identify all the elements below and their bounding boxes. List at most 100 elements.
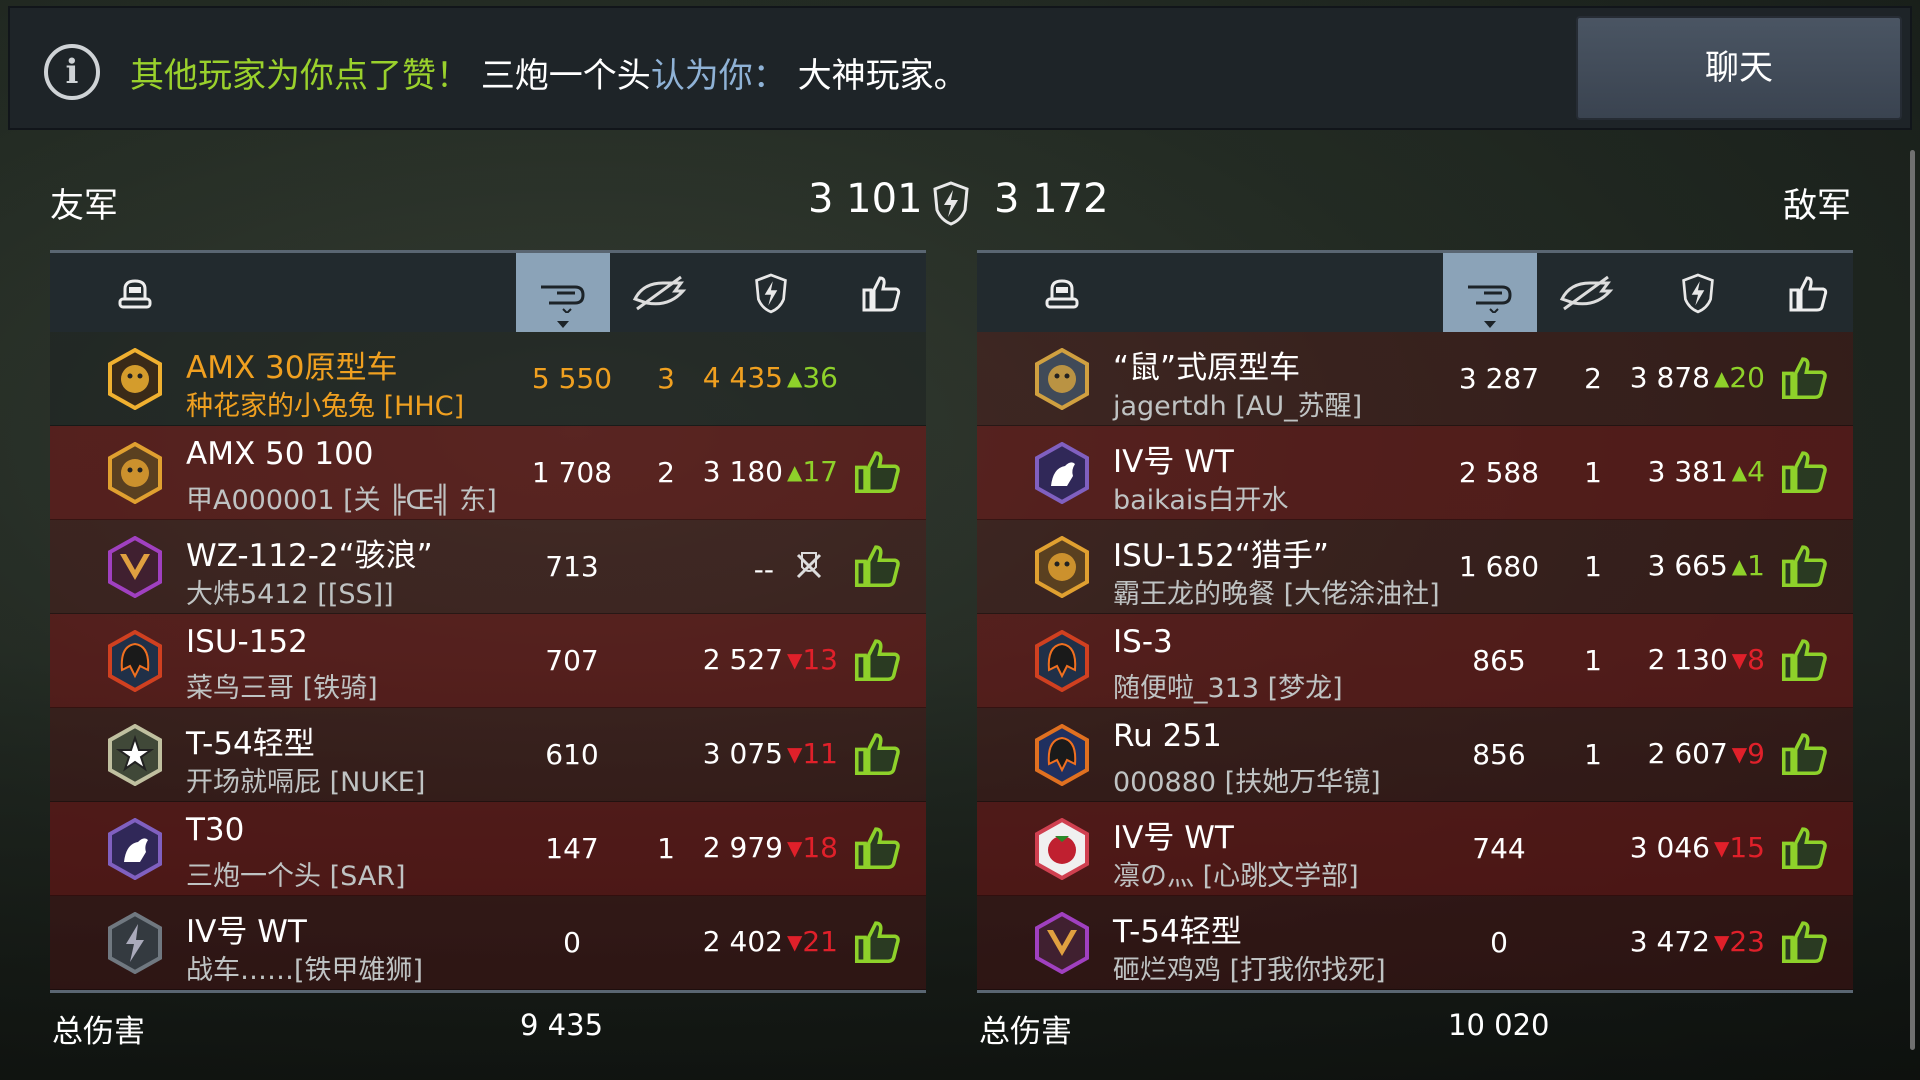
kills-value: 1 bbox=[1584, 738, 1602, 771]
tank-name: Ru 251 bbox=[1113, 718, 1222, 754]
kangaroo-badge-icon bbox=[104, 817, 166, 881]
ally-player-row[interactable]: T30 三炮一个头 [SAR] 147 1 2 979 ▼ 18 bbox=[50, 802, 926, 896]
rating-cell: 3 381 ▲ 4 bbox=[1648, 455, 1765, 488]
like-button[interactable] bbox=[1779, 540, 1829, 590]
ally-player-row[interactable]: AMX 50 100 甲A000001 [关 ╠Œ╣ 东] 1 708 2 3 180 ▲… bbox=[50, 426, 926, 520]
rating-delta: 13 bbox=[802, 643, 838, 676]
player-name: 菜鸟三哥 [铁骑] bbox=[186, 673, 378, 704]
rating-up-arrow-icon: ▲ bbox=[786, 365, 803, 390]
rating-down-arrow-icon: ▼ bbox=[786, 835, 803, 860]
rating-value: 2 402 bbox=[702, 925, 783, 958]
rating-cell: 2 527 ▼ 13 bbox=[703, 643, 838, 676]
ally-sort-tank-icon[interactable] bbox=[50, 253, 220, 332]
enemy-sort-like-icon[interactable] bbox=[1763, 253, 1853, 332]
enemy-total-damage: 10 020 bbox=[1448, 1008, 1550, 1042]
like-button[interactable] bbox=[1779, 634, 1829, 684]
rating-up-arrow-icon: ▲ bbox=[1731, 459, 1748, 484]
rating-delta: 9 bbox=[1747, 737, 1765, 770]
ally-label: 友军 bbox=[50, 186, 118, 226]
rating-up-arrow-icon: ▲ bbox=[786, 459, 803, 484]
ally-sort-kills-icon[interactable] bbox=[610, 253, 708, 332]
chevron-badge-icon bbox=[104, 535, 166, 599]
rating-up-arrow-icon: ▲ bbox=[1713, 365, 1730, 390]
notification-like-text: 其他玩家为你点了赞！ bbox=[130, 56, 470, 96]
rating-shield-icon bbox=[933, 181, 969, 226]
rating-cell: 3 046 ▼ 15 bbox=[1630, 831, 1765, 864]
tank-name: IV号 WT bbox=[186, 914, 307, 950]
enemy-sort-tank-icon[interactable] bbox=[977, 253, 1147, 332]
rating-down-arrow-icon: ▼ bbox=[786, 741, 803, 766]
enemy-player-row[interactable]: T-54轻型 砸烂鸡鸡 [打我你找死] 0 3 472 ▼ 23 bbox=[977, 896, 1853, 990]
rating-cell: 2 130 ▼ 8 bbox=[1648, 643, 1765, 676]
bolt-badge-icon bbox=[104, 911, 166, 975]
rating-value: 3 878 bbox=[1629, 361, 1710, 394]
tank-name: IV号 WT bbox=[1113, 820, 1234, 856]
rating-cell: 3 665 ▲ 1 bbox=[1648, 549, 1765, 582]
player-name: 大炜5412 [[SS]] bbox=[186, 579, 394, 610]
star-badge-icon bbox=[104, 723, 166, 787]
rating-delta: 11 bbox=[802, 737, 838, 770]
ally-panel: AMX 30原型车 种花家的小兔兔 [HHC] 5 550 3 4 435 ▲ 36 AMX … bbox=[50, 250, 926, 993]
enemy-score: 3 172 bbox=[994, 176, 1109, 222]
tank-name: ISU-152 bbox=[186, 624, 308, 660]
rating-value: 3 381 bbox=[1647, 455, 1728, 488]
enemy-label: 敌军 bbox=[1783, 186, 1851, 226]
like-button[interactable] bbox=[852, 634, 902, 684]
like-button[interactable] bbox=[852, 446, 902, 496]
damage-value: 713 bbox=[545, 550, 599, 583]
like-button[interactable] bbox=[1779, 446, 1829, 496]
ally-player-row[interactable]: IV号 WT 战车……[铁甲雄狮] 0 2 402 ▼ 21 bbox=[50, 896, 926, 990]
enemy-player-row[interactable]: “鼠”式原型车 jagertdh [AU_苏醒] 3 287 2 3 878 ▲ 20 bbox=[977, 332, 1853, 426]
player-name: 战车……[铁甲雄狮] bbox=[186, 955, 424, 986]
bull-badge-icon bbox=[104, 347, 166, 411]
enemy-player-row[interactable]: ISU-152“猎手” 霸王龙的晚餐 [大佬涂油社] 1 680 1 3 665 ▲ 1 bbox=[977, 520, 1853, 614]
tank-name: IV号 WT bbox=[1113, 444, 1234, 480]
like-button[interactable] bbox=[1779, 916, 1829, 966]
chat-button[interactable]: 聊天 bbox=[1576, 16, 1902, 120]
like-button[interactable] bbox=[852, 822, 902, 872]
ally-sort-damage-icon[interactable] bbox=[516, 253, 610, 332]
enemy-sort-damage-icon[interactable] bbox=[1443, 253, 1537, 332]
enemy-player-row[interactable]: Ru 251 000880 [扶她万华镜] 856 1 2 607 ▼ 9 bbox=[977, 708, 1853, 802]
player-name: 开场就嗝屁 [NUKE] bbox=[186, 767, 426, 798]
ally-player-row[interactable]: AMX 30原型车 种花家的小兔兔 [HHC] 5 550 3 4 435 ▲ 36 bbox=[50, 332, 926, 426]
rating-value: 2 130 bbox=[1647, 643, 1728, 676]
rating-cell: 4 435 ▲ 36 bbox=[703, 361, 838, 394]
rating-value: 3 075 bbox=[702, 737, 783, 770]
rating-delta: 17 bbox=[802, 455, 838, 488]
rating-down-arrow-icon: ▼ bbox=[786, 647, 803, 672]
scrollbar[interactable] bbox=[1910, 150, 1915, 1050]
like-button[interactable] bbox=[852, 728, 902, 778]
like-button[interactable] bbox=[1779, 822, 1829, 872]
enemy-player-row[interactable]: IS-3 随便啦_313 [梦龙] 865 1 2 130 ▼ 8 bbox=[977, 614, 1853, 708]
enemy-player-row[interactable]: IV号 WT 凛の灬 [心跳文学部] 744 3 046 ▼ 15 bbox=[977, 802, 1853, 896]
notification-thinks-text: 认为你： bbox=[650, 56, 787, 96]
like-button[interactable] bbox=[852, 916, 902, 966]
ally-player-row[interactable]: WZ-112-2“骇浪” 大炜5412 [[SS]] 713 -- bbox=[50, 520, 926, 614]
kangaroo-badge-icon bbox=[1031, 441, 1093, 505]
enemy-column-header bbox=[977, 250, 1853, 332]
ally-sort-like-icon[interactable] bbox=[836, 253, 926, 332]
like-button[interactable] bbox=[852, 540, 902, 590]
damage-value: 0 bbox=[563, 926, 581, 959]
rating-value: -- bbox=[753, 553, 774, 586]
like-button[interactable] bbox=[1779, 728, 1829, 778]
rating-down-arrow-icon: ▼ bbox=[1713, 835, 1730, 860]
ally-sort-rating-icon[interactable] bbox=[726, 253, 816, 332]
eagle-badge-icon bbox=[1031, 347, 1093, 411]
enemy-player-row[interactable]: IV号 WT baikais白开水 2 588 1 3 381 ▲ 4 bbox=[977, 426, 1853, 520]
enemy-sort-rating-icon[interactable] bbox=[1653, 253, 1743, 332]
ally-player-row[interactable]: ISU-152 菜鸟三哥 [铁骑] 707 2 527 ▼ 13 bbox=[50, 614, 926, 708]
like-button[interactable] bbox=[1779, 352, 1829, 402]
notification-player-name: 三炮一个头 bbox=[480, 56, 651, 96]
ally-player-row[interactable]: T-54轻型 开场就嗝屁 [NUKE] 610 3 075 ▼ 11 bbox=[50, 708, 926, 802]
helmet-badge-icon bbox=[104, 629, 166, 693]
rating-value: 3 665 bbox=[1647, 549, 1728, 582]
rating-cell: 3 472 ▼ 23 bbox=[1630, 925, 1765, 958]
player-name: 霸王龙的晚餐 [大佬涂油社] bbox=[1113, 579, 1440, 610]
rating-value: 3 472 bbox=[1629, 925, 1710, 958]
enemy-sort-kills-icon[interactable] bbox=[1537, 253, 1635, 332]
kills-value: 3 bbox=[657, 362, 675, 395]
damage-value: 707 bbox=[545, 644, 599, 677]
tank-name: T-54轻型 bbox=[1113, 914, 1242, 950]
